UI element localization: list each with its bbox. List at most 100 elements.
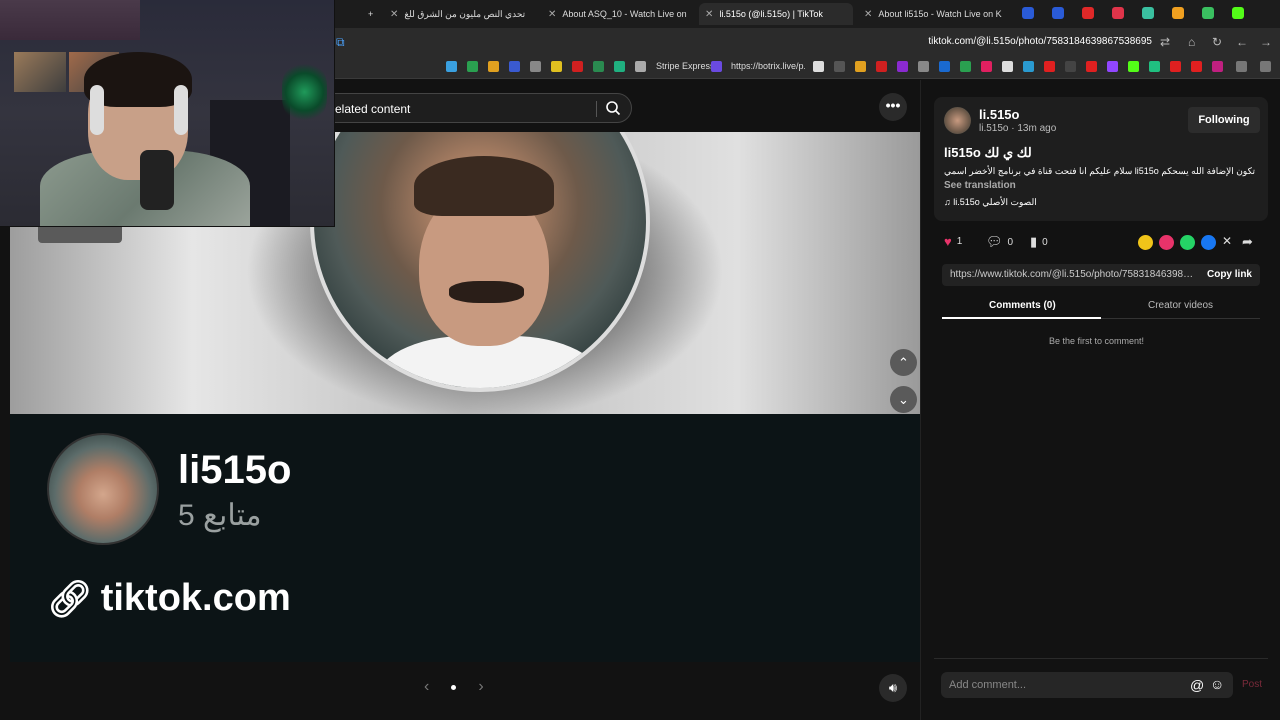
carousel-prev-icon[interactable]: ‹ [424,678,429,696]
bookmark-icon[interactable] [855,61,866,72]
browser-tab[interactable]: ✕ تحدي النص مليون من الشرق للغ [384,3,540,25]
bookmark-icon[interactable] [467,61,478,72]
search-divider [596,101,597,117]
bookmark-icon[interactable] [1023,61,1034,72]
post-button[interactable]: Post [1242,679,1262,690]
bookmark-icon[interactable] [897,61,908,72]
carousel-dot-active[interactable] [451,684,457,690]
search-icon[interactable] [605,100,621,116]
bookmark-botrix[interactable]: https://botrix.live/p... [731,61,805,71]
volume-button[interactable]: 🔊︎ [879,674,907,702]
share-icon[interactable]: ➦ [1242,234,1253,250]
webcam-poster [14,52,66,92]
bookmark-icon[interactable] [509,61,520,72]
carousel-next-icon[interactable]: › [478,678,483,696]
photo-hair [414,156,554,216]
tab-favicon-icon[interactable] [1202,7,1214,19]
site-settings-icon[interactable]: ⇄ [1160,35,1170,49]
webcam-overlay [0,0,335,227]
tab-creator-videos[interactable]: Creator videos [1148,300,1213,311]
bookmark-icon[interactable] [711,61,722,72]
card-followers: 5 متابع [178,499,262,532]
author-avatar[interactable] [944,107,971,134]
new-tab-button[interactable]: + [362,3,379,25]
tab-favicon-icon[interactable] [1022,7,1034,19]
bookmark-icon[interactable] [593,61,604,72]
see-translation-link[interactable]: See translation [944,180,1016,191]
emoji-icon[interactable]: ☺ [1210,676,1224,692]
bookmark-icon[interactable] [1170,61,1181,72]
reload-icon[interactable]: ↻ [1212,35,1222,49]
browser-tab[interactable]: ✕ About ASQ_10 - Watch Live on [542,3,692,25]
comment-button[interactable]: 💬︎ 0 [986,234,1013,250]
tab-favicon-icon[interactable] [1052,7,1064,19]
bookmark-icon[interactable] [960,61,971,72]
tab-close-icon[interactable]: ✕ [548,9,556,20]
bookmark-stripe-express[interactable]: Stripe Express [656,61,715,71]
bookmark-icon[interactable] [635,61,646,72]
bookmark-icon[interactable] [530,61,541,72]
bookmark-icon[interactable] [1236,61,1247,72]
bookmark-icon[interactable] [1212,61,1223,72]
share-friends-icon[interactable] [1159,235,1174,250]
url-text[interactable]: tiktok.com/@li.515o/photo/75831846398675… [928,36,1152,47]
x-icon[interactable]: ✕ [1222,234,1232,248]
card-link-text: tiktok.com [100,577,291,619]
bookmark-icon[interactable] [939,61,950,72]
tab-favicon-icon[interactable] [1082,7,1094,19]
copy-link-button[interactable]: Copy link [1207,269,1252,280]
like-button[interactable]: ♥ 1 [944,234,962,249]
browser-tab-active[interactable]: ✕ li.515o (@li.515o) | TikTok [699,3,853,25]
bookmark-icon[interactable] [1065,61,1076,72]
bookmark-icon[interactable] [834,61,845,72]
bookmark-icon[interactable] [446,61,457,72]
forward-icon[interactable]: ← [1236,35,1248,49]
bookmark-icon[interactable] [918,61,929,72]
back-icon[interactable]: → [1260,35,1272,49]
save-button[interactable]: ▮ 0 [1030,234,1048,250]
bookmark-icon[interactable] [572,61,583,72]
bookmark-icon[interactable] [1191,61,1202,72]
tab-favicon-icon[interactable] [1142,7,1154,19]
tab-favicon-icon[interactable] [1232,7,1244,19]
bookmark-icon[interactable] [1107,61,1118,72]
tab-comments[interactable]: Comments (0) [989,300,1056,311]
tab-favicon-icon[interactable] [1172,7,1184,19]
share-embed-icon[interactable] [1138,235,1153,250]
previous-photo-button[interactable]: ⌃ [890,349,917,376]
bookmark-icon[interactable] [1149,61,1160,72]
card-username: li515o [178,448,292,492]
search-box[interactable]: elated content [310,93,632,123]
bookmark-icon[interactable] [813,61,824,72]
bookmark-icon[interactable] [1260,61,1271,72]
home-icon[interactable]: ⌂ [1188,35,1195,49]
cast-icon[interactable]: ⧉ [336,35,345,50]
tab-close-icon[interactable]: ✕ [705,9,713,20]
tab-close-icon[interactable]: ✕ [390,9,398,20]
bookmark-icon[interactable] [614,61,625,72]
comment-icon: 💬︎ [986,234,1003,249]
bookmark-icon[interactable] [551,61,562,72]
bookmark-icon[interactable] [876,61,887,72]
bookmark-icon[interactable] [981,61,992,72]
facebook-icon[interactable] [1201,235,1216,250]
bookmark-icon[interactable] [1128,61,1139,72]
tab-favicon-icon[interactable] [1112,7,1124,19]
profile-card-image: li515o 5 متابع 🔗︎ tiktok.com [10,414,920,662]
tab-close-icon[interactable]: ✕ [864,9,872,20]
next-photo-button[interactable]: ⌄ [890,386,917,413]
whatsapp-icon[interactable] [1180,235,1195,250]
bookmark-icon[interactable] [1044,61,1055,72]
mention-icon[interactable]: @ [1190,677,1204,693]
card-link: 🔗︎ tiktok.com [47,577,291,620]
following-button[interactable]: Following [1188,107,1260,133]
author-name[interactable]: li.515o [979,107,1019,122]
share-link-url[interactable]: https://www.tiktok.com/@li.515o/photo/75… [950,269,1195,280]
bookmark-icon[interactable] [1086,61,1097,72]
more-options-button[interactable]: ••• [879,93,907,121]
sound-row[interactable]: ♫ li.515o الصوت الأصلي [944,197,1037,208]
browser-tab[interactable]: ✕ About li515o - Watch Live on K [858,3,1008,25]
bookmark-icon[interactable] [488,61,499,72]
save-count: 0 [1042,236,1048,248]
bookmark-icon[interactable] [1002,61,1013,72]
